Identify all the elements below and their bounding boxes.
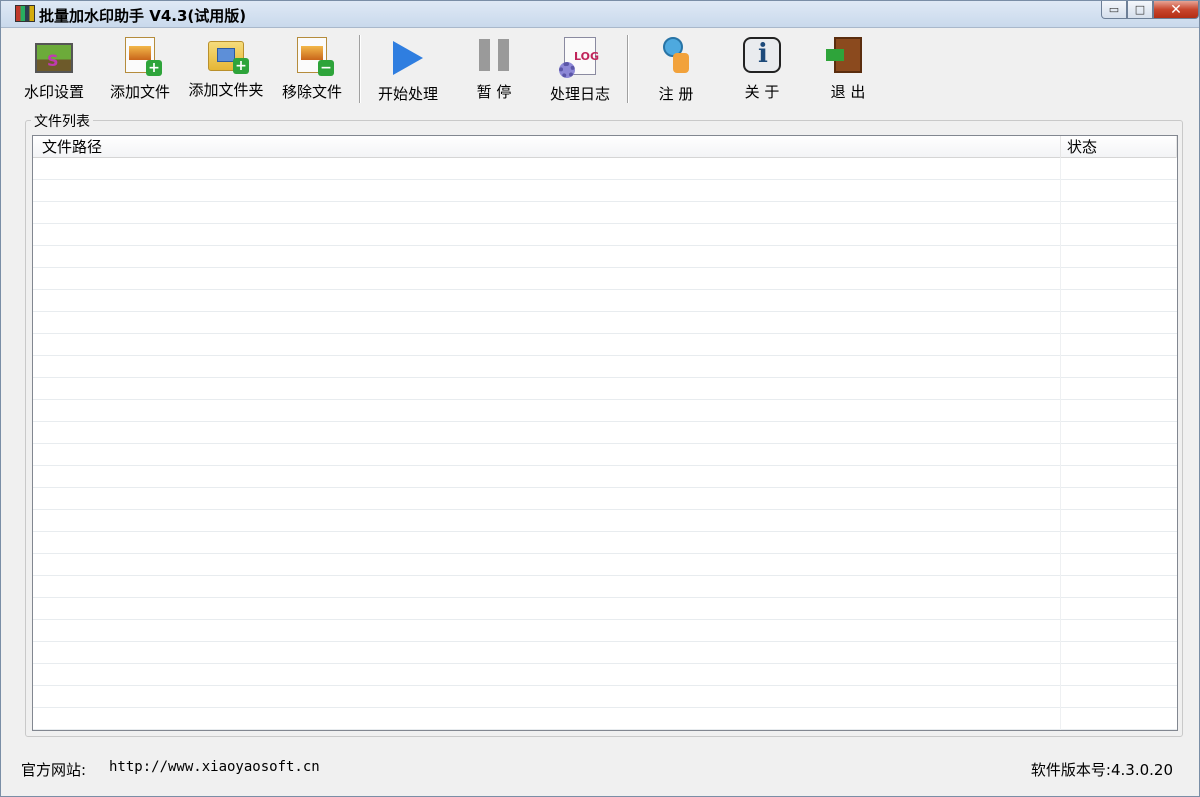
exit-door-icon bbox=[826, 37, 862, 73]
key-user-icon bbox=[661, 37, 691, 75]
add-file-label: 添加文件 bbox=[109, 83, 170, 101]
window-controls: ▭ □ ✕ bbox=[1101, 1, 1199, 20]
remove-file-button[interactable]: − 移除文件 bbox=[269, 31, 355, 107]
file-list-group-title: 文件列表 bbox=[31, 111, 93, 131]
watermark-settings-icon bbox=[35, 43, 73, 73]
maximize-button[interactable]: □ bbox=[1127, 1, 1153, 19]
about-label: 关 于 bbox=[744, 83, 780, 101]
start-processing-label: 开始处理 bbox=[377, 85, 438, 103]
log-icon bbox=[559, 37, 599, 78]
add-file-icon: + bbox=[125, 37, 162, 76]
app-logo-icon bbox=[15, 5, 35, 22]
remove-file-icon: − bbox=[297, 37, 334, 76]
pause-button[interactable]: 暂 停 bbox=[451, 31, 537, 107]
processing-log-button[interactable]: 处理日志 bbox=[537, 31, 623, 107]
file-list-view[interactable]: 文件路径 状态 bbox=[32, 135, 1178, 731]
window-title: 批量加水印助手 V4.3(试用版) bbox=[39, 7, 247, 25]
close-button[interactable]: ✕ bbox=[1153, 1, 1199, 19]
register-label: 注 册 bbox=[658, 85, 694, 103]
toolbar: 水印设置 + 添加文件 + 添加文件夹 − 移除文件 开始处理 暂 停 处理日志 bbox=[11, 31, 1191, 107]
watermark-settings-label: 水印设置 bbox=[23, 83, 84, 101]
pause-icon bbox=[477, 39, 511, 73]
toolbar-separator bbox=[359, 35, 361, 103]
exit-button[interactable]: 退 出 bbox=[805, 31, 891, 107]
about-button[interactable]: 关 于 bbox=[719, 31, 805, 107]
column-header-file-path[interactable]: 文件路径 bbox=[33, 136, 1061, 158]
file-list-header: 文件路径 状态 bbox=[33, 136, 1177, 158]
add-folder-label: 添加文件夹 bbox=[188, 81, 264, 99]
play-icon bbox=[393, 41, 423, 75]
add-folder-button[interactable]: + 添加文件夹 bbox=[183, 31, 269, 107]
title-bar[interactable]: 批量加水印助手 V4.3(试用版) ▭ □ ✕ bbox=[1, 1, 1199, 28]
official-site-link[interactable]: http://www.xiaoyaosoft.cn bbox=[109, 759, 320, 775]
add-file-button[interactable]: + 添加文件 bbox=[97, 31, 183, 107]
column-header-status[interactable]: 状态 bbox=[1061, 136, 1177, 158]
app-window: 批量加水印助手 V4.3(试用版) ▭ □ ✕ 水印设置 + 添加文件 + 添加… bbox=[0, 0, 1200, 797]
column-divider bbox=[1060, 158, 1061, 730]
processing-log-label: 处理日志 bbox=[549, 85, 610, 103]
exit-label: 退 出 bbox=[830, 83, 866, 101]
official-site-label: 官方网站: bbox=[21, 761, 87, 779]
remove-file-label: 移除文件 bbox=[281, 83, 342, 101]
watermark-settings-button[interactable]: 水印设置 bbox=[11, 31, 97, 107]
start-processing-button[interactable]: 开始处理 bbox=[365, 31, 451, 107]
pause-label: 暂 停 bbox=[476, 83, 512, 101]
minimize-button[interactable]: ▭ bbox=[1101, 1, 1127, 19]
add-folder-icon: + bbox=[208, 41, 249, 74]
toolbar-separator bbox=[627, 35, 629, 103]
info-icon bbox=[743, 37, 781, 73]
software-version: 软件版本号:4.3.0.20 bbox=[1030, 761, 1173, 779]
register-button[interactable]: 注 册 bbox=[633, 31, 719, 107]
file-list-body[interactable] bbox=[33, 158, 1177, 730]
status-bar: 官方网站: http://www.xiaoyaosoft.cn 软件版本号:4.… bbox=[1, 753, 1199, 783]
